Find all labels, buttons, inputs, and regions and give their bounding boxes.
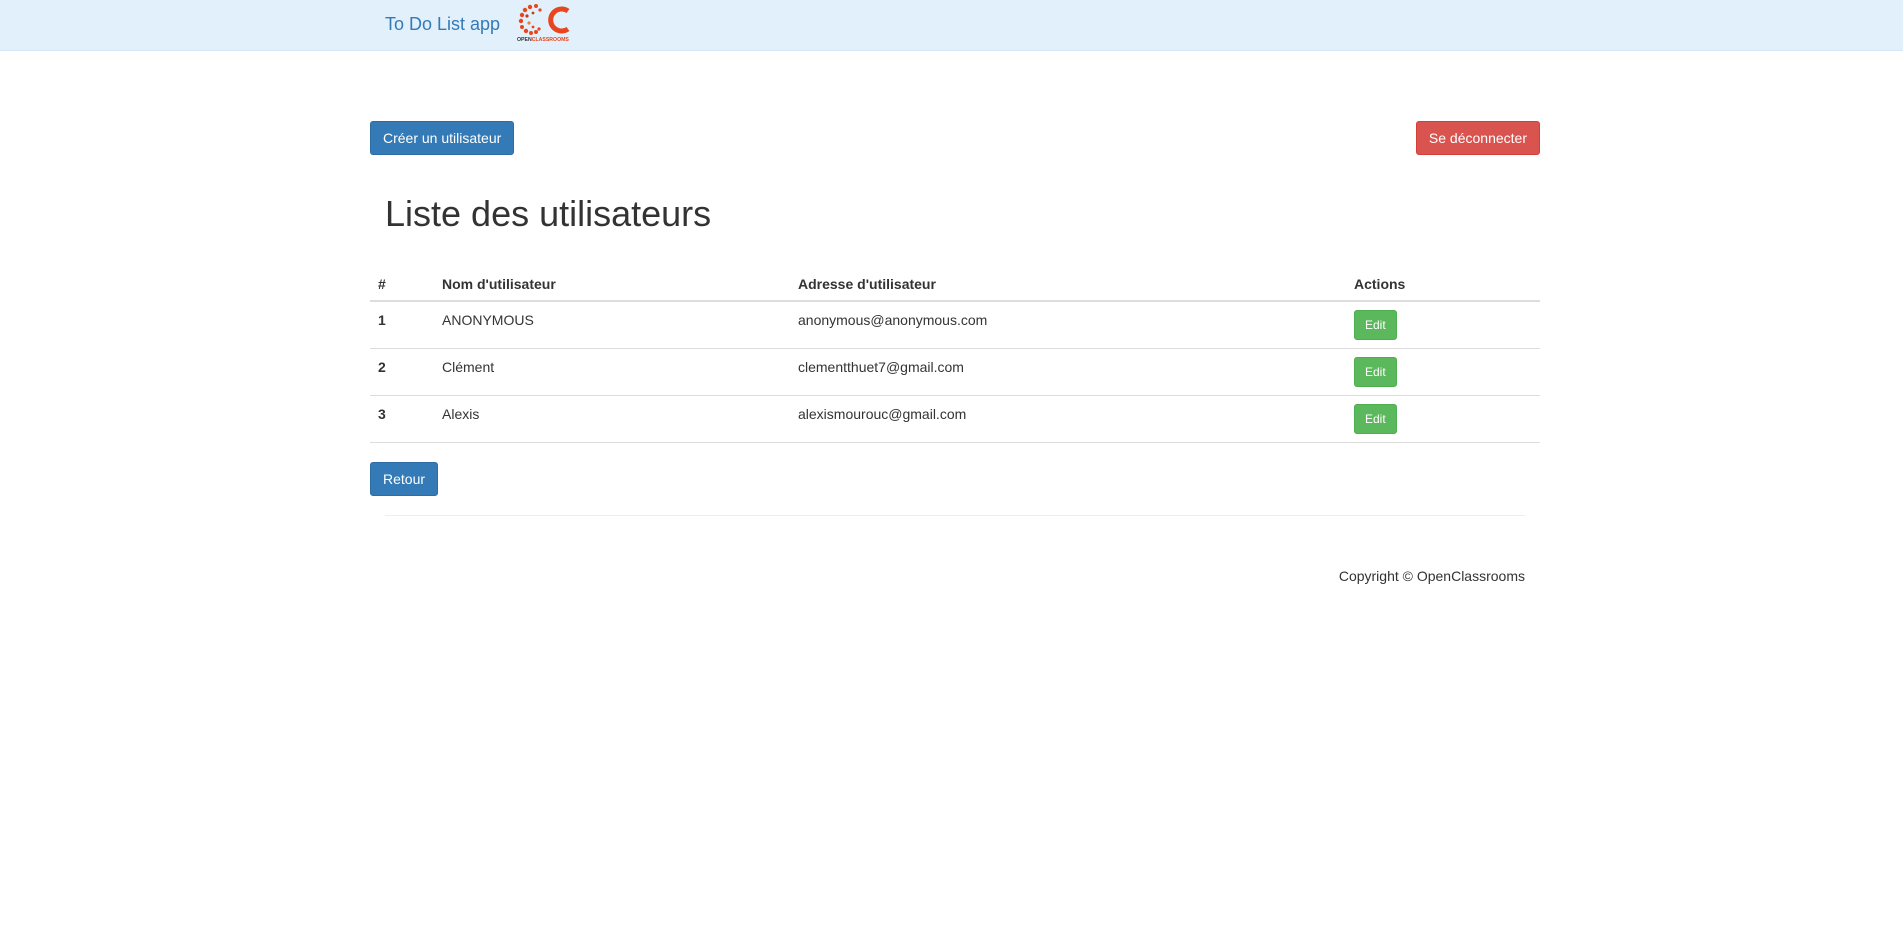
svg-text:OPENCLASSROOMS: OPENCLASSROOMS (517, 37, 569, 42)
row-id: 3 (370, 395, 434, 443)
row-id: 1 (370, 301, 434, 349)
row-id: 2 (370, 348, 434, 396)
row-username: ANONYMOUS (434, 301, 790, 349)
page-title: Liste des utilisateurs (385, 193, 712, 234)
row-email: alexismourouc@gmail.com (790, 395, 1346, 443)
edit-button[interactable]: Edit (1354, 357, 1397, 387)
navbar: To Do List app OPENCLASSROOMS (0, 0, 1903, 51)
edit-button[interactable]: Edit (1354, 310, 1397, 340)
column-header-actions: Actions (1346, 267, 1540, 302)
logout-button[interactable]: Se déconnecter (1415, 121, 1540, 155)
row-actions: Edit (1346, 395, 1540, 443)
table-header-row: # Nom d'utilisateur Adresse d'utilisateu… (370, 267, 1540, 302)
footer-divider (385, 515, 1525, 516)
footer-copyright: Copyright © OpenClassrooms (1338, 568, 1525, 584)
table-row: 1 ANONYMOUS anonymous@anonymous.com Edit (370, 301, 1540, 349)
back-button[interactable]: Retour (370, 462, 439, 496)
column-header-email: Adresse d'utilisateur (790, 267, 1346, 302)
row-username: Clément (434, 348, 790, 396)
row-email: clementthuet7@gmail.com (790, 348, 1346, 396)
users-table: # Nom d'utilisateur Adresse d'utilisateu… (370, 267, 1540, 443)
row-email: anonymous@anonymous.com (790, 301, 1346, 349)
table-row: 3 Alexis alexismourouc@gmail.com Edit (370, 395, 1540, 443)
brand-link[interactable]: To Do List app (385, 14, 500, 35)
row-username: Alexis (434, 395, 790, 443)
column-header-id: # (370, 267, 434, 302)
row-actions: Edit (1346, 348, 1540, 396)
edit-button[interactable]: Edit (1354, 404, 1397, 434)
row-actions: Edit (1346, 301, 1540, 349)
openclassrooms-logo-icon[interactable]: OPENCLASSROOMS (516, 2, 576, 42)
table-row: 2 Clément clementthuet7@gmail.com Edit (370, 348, 1540, 396)
create-user-button[interactable]: Créer un utilisateur (370, 121, 515, 155)
column-header-username: Nom d'utilisateur (434, 267, 790, 302)
